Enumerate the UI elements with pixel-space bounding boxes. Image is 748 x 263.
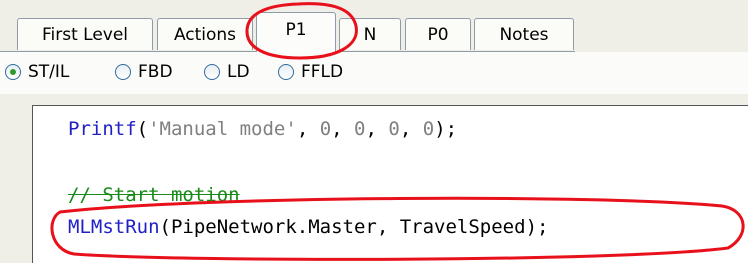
punct: , [296, 118, 320, 140]
tab-first-level[interactable]: First Level [17, 18, 153, 50]
radio-unchecked-icon[interactable] [204, 64, 220, 80]
radio-label-ld: LD [227, 62, 250, 82]
radio-label-ffld: FFLD [301, 62, 344, 82]
tab-strip: First Level Actions P1 N P0 Notes [0, 0, 748, 52]
punct: ); [434, 118, 458, 140]
tab-p0[interactable]: P0 [405, 18, 471, 50]
radio-ld[interactable]: LD [204, 62, 250, 82]
radio-unchecked-icon[interactable] [115, 64, 131, 80]
code-line-mlmstrun[interactable]: MLMstRun(PipeNetwork.Master, TravelSpeed… [68, 216, 548, 238]
radio-ffld[interactable]: FFLD [278, 62, 343, 82]
punct: , [331, 118, 355, 140]
call-arguments: (PipeNetwork.Master, TravelSpeed); [159, 216, 549, 238]
language-selector [0, 52, 748, 94]
number-literal: 0 [354, 118, 366, 140]
function-name: MLMstRun [68, 216, 160, 238]
tab-notes[interactable]: Notes [474, 18, 574, 50]
code-line-printf[interactable]: Printf('Manual mode', 0, 0, 0, 0); [68, 118, 457, 140]
radio-fbd[interactable]: FBD [115, 62, 173, 82]
number-literal: 0 [388, 118, 400, 140]
number-literal: 0 [319, 118, 332, 140]
punct: , [399, 118, 423, 140]
punct: ( [136, 118, 149, 140]
code-comment[interactable]: // Start motion [68, 184, 240, 206]
radio-label-st-il: ST/IL [28, 62, 70, 82]
tab-actions[interactable]: Actions [157, 18, 253, 50]
radio-checked-icon[interactable] [5, 64, 21, 80]
punct: , [365, 118, 389, 140]
function-name: Printf [68, 118, 137, 140]
radio-st-il[interactable]: ST/IL [5, 62, 69, 82]
radio-label-fbd: FBD [138, 62, 173, 82]
radio-unchecked-icon[interactable] [278, 64, 294, 80]
tab-n[interactable]: N [339, 18, 401, 50]
number-literal: 0 [422, 118, 435, 140]
tab-p1[interactable]: P1 [256, 12, 336, 52]
string-literal: 'Manual mode' [148, 118, 297, 140]
